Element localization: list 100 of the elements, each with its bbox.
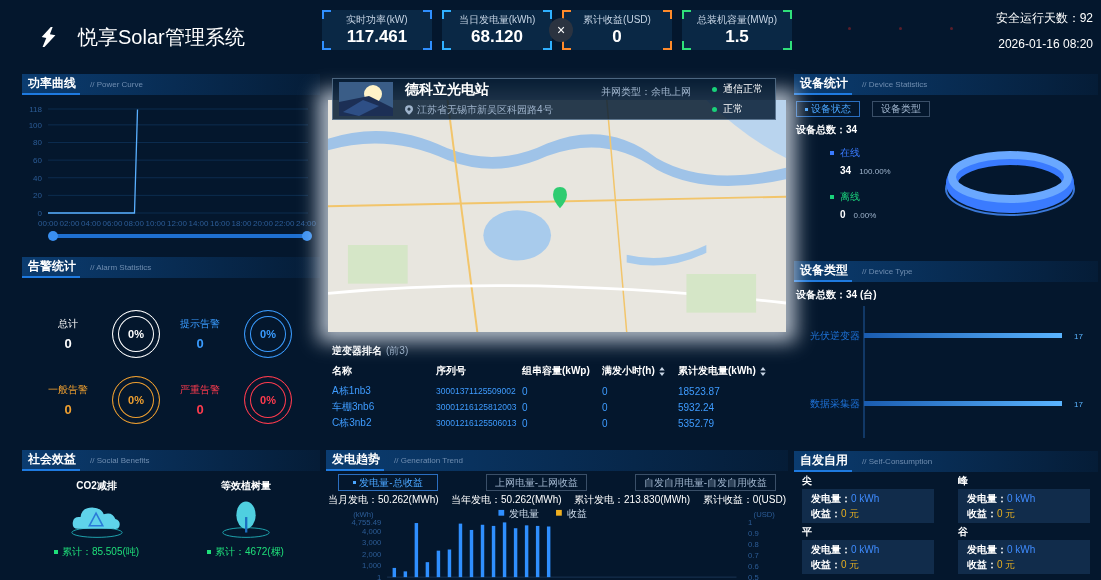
table-cell-text: 0: [522, 401, 529, 413]
axis-tick-label: 1,000: [362, 561, 382, 571]
axis-tick-label: 0.8: [748, 540, 759, 550]
field-label: 收益：: [967, 507, 997, 520]
tab[interactable]: 发电量-总收益: [338, 474, 438, 491]
device-percent: 0.00%: [853, 211, 877, 220]
kpi-label: 实时功率(kW): [346, 13, 408, 27]
panel-subtitle: // Social Benefits: [90, 456, 150, 465]
axis-tick-label: 118: [29, 105, 42, 114]
section-note: (前3): [386, 344, 409, 358]
table-cell-text: 30001216125506013: [436, 418, 518, 428]
bar: [414, 523, 419, 578]
alarm-count: 0: [196, 402, 204, 417]
axis-tick-label: 40: [33, 173, 42, 183]
axis-tick-label: 0.5: [748, 573, 759, 580]
field-label: 收益：: [811, 558, 841, 571]
bar: [436, 550, 441, 578]
tab[interactable]: 自发自用电量-自发自用收益: [634, 474, 776, 491]
column-header: 名称: [332, 364, 352, 378]
tab[interactable]: 设备类型: [872, 101, 930, 117]
revenue-value: 0 元: [841, 507, 860, 520]
kpi-value: 117.461: [346, 27, 408, 47]
bar: [425, 562, 430, 578]
panel-subtitle: // Device Statistics: [862, 80, 928, 89]
bar: [502, 522, 507, 578]
alarm-label: 一般告警: [48, 383, 88, 397]
safe-days: 安全运行天数：92: [995, 9, 1093, 27]
axis-tick-label: 3,000: [362, 538, 382, 548]
app-title: 悦享Solar管理系统: [78, 24, 245, 50]
field-label: 发电量：: [967, 492, 1007, 505]
bar: [546, 526, 551, 578]
device-count: 0: [840, 209, 846, 220]
bar: [480, 524, 485, 578]
bar: [524, 525, 529, 578]
bar: [447, 549, 452, 578]
status-light: [848, 26, 851, 30]
corner-bracket: [783, 41, 792, 50]
corner-bracket: [663, 41, 672, 50]
corner-bracket: [663, 10, 672, 19]
alarm-percent: 0%: [260, 394, 276, 406]
tab[interactable]: 上网电量-上网收益: [485, 474, 587, 491]
corner-bracket: [442, 41, 451, 50]
panel-title: 发电趋势: [326, 450, 384, 471]
generation-value: 0 kWh: [851, 543, 880, 556]
column-header: 序列号: [436, 364, 466, 378]
slider-handle[interactable]: [302, 231, 312, 241]
device-percent: 100.00%: [859, 167, 891, 176]
alarm-count: 0: [64, 402, 72, 417]
panel-subtitle: // Alarm Statistics: [90, 263, 152, 272]
table-cell-text: 车棚3nb6: [332, 400, 376, 414]
status-label: 通信正常: [723, 82, 763, 96]
kpi-label: 总装机容量(MWp): [697, 13, 777, 27]
revenue-value: 0 元: [841, 558, 860, 571]
panel-title: 社会效益: [22, 450, 80, 471]
table-cell-text: 0: [602, 417, 609, 429]
axis-tick-label: 0.9: [748, 529, 759, 539]
period-label: 谷: [958, 526, 969, 538]
axis-tick-label: 24:00: [296, 219, 316, 228]
sort-icon[interactable]: [658, 366, 665, 376]
alarm-percent: 0%: [128, 328, 144, 340]
benefit-total: 累计：85.505(吨): [53, 545, 140, 559]
table-cell-text: 5932.24: [678, 401, 716, 413]
tab[interactable]: 设备状态: [796, 101, 860, 117]
section-title: 逆变器排名: [332, 344, 382, 358]
status-label: 正常: [723, 102, 743, 116]
axis-unit-label: (USD): [753, 509, 775, 519]
axis-tick-label: 80: [33, 138, 42, 148]
panel-title: 告警统计: [22, 257, 80, 278]
status-light: [950, 26, 953, 30]
revenue-value: 0 元: [997, 558, 1016, 571]
axis-tick-label: 100: [28, 120, 42, 130]
field-label: 收益：: [967, 558, 997, 571]
sort-icon[interactable]: [759, 366, 766, 376]
alarm-label: 提示告警: [180, 317, 220, 331]
panel-subtitle: // Self-Consumption: [862, 457, 933, 466]
axis-tick-label: 06:00: [102, 219, 123, 228]
bar: [491, 525, 496, 578]
kpi-label: 当日发电量(kWh): [458, 13, 536, 27]
alarm-label: 总计: [58, 317, 78, 331]
summary-stat: 当年发电：50.262(MWh): [451, 493, 562, 507]
bar: [535, 525, 540, 578]
axis-tick-label: 20:00: [253, 219, 273, 228]
axis-unit-label: (kWh): [353, 509, 374, 519]
legend-label: 发电量: [509, 508, 539, 520]
slider-handle[interactable]: [48, 231, 58, 241]
period-label: 峰: [958, 475, 969, 487]
axis-tick-label: 18:00: [231, 219, 252, 228]
generation-value: 0 kWh: [1007, 543, 1036, 556]
table-cell-text: 0: [602, 385, 609, 397]
station-name: 德科立光电站: [405, 81, 490, 99]
benefit-label: CO2减排: [76, 479, 117, 493]
axis-tick-label: 2,000: [362, 550, 382, 559]
station-address: 江苏省无锡市新吴区科园路4号: [417, 103, 553, 117]
axis-tick-label: 22:00: [274, 219, 295, 228]
status-label: 在线: [840, 146, 860, 160]
range-slider[interactable]: [48, 231, 312, 241]
table-cell-text: C栋3nb2: [332, 416, 373, 430]
field-label: 收益：: [811, 507, 841, 520]
status-label: 离线: [840, 190, 860, 204]
device-count: 34: [840, 165, 852, 176]
